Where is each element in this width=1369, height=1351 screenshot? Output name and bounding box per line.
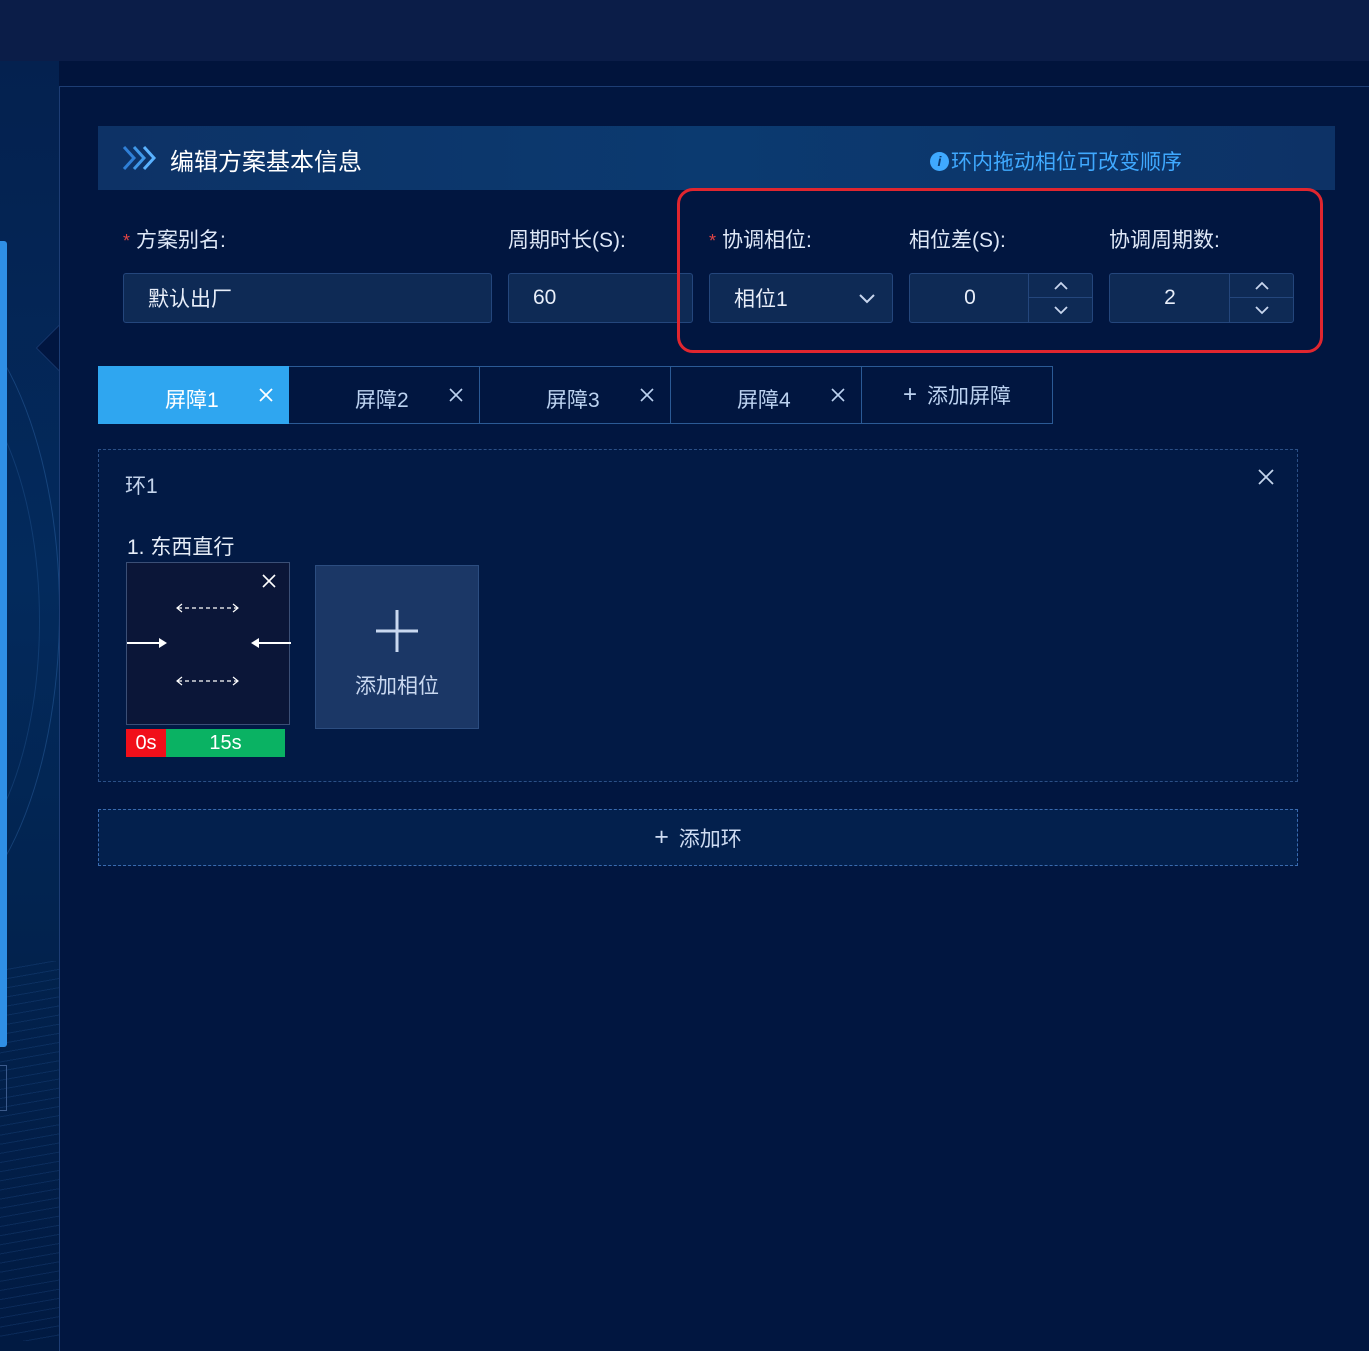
cycle-label-text: 周期时长(S): xyxy=(508,229,626,252)
ring-card: 环1 1. 东西直行 0s 15s 添加相位 xyxy=(98,449,1298,782)
tab-label: 屏障1 xyxy=(165,389,219,412)
double-chevron-right-icon xyxy=(122,145,157,171)
alias-label: * 方案别名: xyxy=(123,224,226,254)
add-phase-label: 添加相位 xyxy=(355,675,439,698)
sidebar-scrollbar[interactable] xyxy=(0,241,7,1047)
tab-barrier-2[interactable]: 屏障2 xyxy=(289,366,480,424)
ring-title: 环1 xyxy=(125,475,158,498)
drag-tip-text: 环内拖动相位可改变顺序 xyxy=(951,151,1182,174)
required-mark: * xyxy=(123,231,131,251)
close-icon[interactable] xyxy=(259,388,273,402)
add-phase-button[interactable]: 添加相位 xyxy=(315,565,479,729)
decorative-lines xyxy=(0,961,59,1341)
section-header: 编辑方案基本信息 i 环内拖动相位可改变顺序 xyxy=(98,126,1335,190)
drag-tip: i 环内拖动相位可改变顺序 xyxy=(930,146,1182,176)
plus-icon: + xyxy=(654,823,669,851)
phase-title: 1. 东西直行 xyxy=(127,536,235,559)
panel-pointer xyxy=(36,325,59,371)
close-icon[interactable] xyxy=(831,388,845,402)
phase-timebar: 0s 15s xyxy=(126,729,285,757)
tab-barrier-3[interactable]: 屏障3 xyxy=(480,366,671,424)
tab-barrier-4[interactable]: 屏障4 xyxy=(671,366,862,424)
green-time: 15s xyxy=(166,729,285,757)
add-ring-button[interactable]: + 添加环 xyxy=(98,809,1298,866)
top-bar xyxy=(0,0,1369,61)
tab-label: 屏障4 xyxy=(737,389,791,412)
close-icon[interactable] xyxy=(1257,468,1275,486)
plus-icon xyxy=(376,610,418,652)
plus-icon: + xyxy=(902,381,917,408)
barrier-tabs: 屏障1 屏障2 屏障3 屏障4 + 添加屏障 xyxy=(98,366,1053,424)
sidebar-handle[interactable] xyxy=(0,1065,7,1111)
close-icon[interactable] xyxy=(640,388,654,402)
close-icon[interactable] xyxy=(262,574,276,588)
cycle-label: 周期时长(S): xyxy=(508,224,626,254)
alias-value: 默认出厂 xyxy=(148,288,232,311)
cycle-value: 60 xyxy=(533,286,557,309)
info-icon: i xyxy=(930,151,949,171)
add-barrier-label: 添加屏障 xyxy=(927,385,1011,408)
alias-input[interactable]: 默认出厂 xyxy=(123,273,492,323)
phase-card[interactable] xyxy=(126,562,291,725)
add-ring-label: 添加环 xyxy=(678,827,742,851)
highlight-annotation xyxy=(677,188,1323,353)
tab-barrier-1[interactable]: 屏障1 xyxy=(98,366,289,424)
tab-label: 屏障3 xyxy=(546,389,600,412)
left-sidebar xyxy=(0,61,59,1351)
section-title: 编辑方案基本信息 xyxy=(170,149,362,176)
cycle-input[interactable]: 60 xyxy=(508,273,693,323)
alias-label-text: 方案别名: xyxy=(136,229,226,252)
tab-label: 屏障2 xyxy=(355,389,409,412)
close-icon[interactable] xyxy=(449,388,463,402)
add-barrier-button[interactable]: + 添加屏障 xyxy=(862,366,1053,424)
red-time: 0s xyxy=(126,729,166,757)
